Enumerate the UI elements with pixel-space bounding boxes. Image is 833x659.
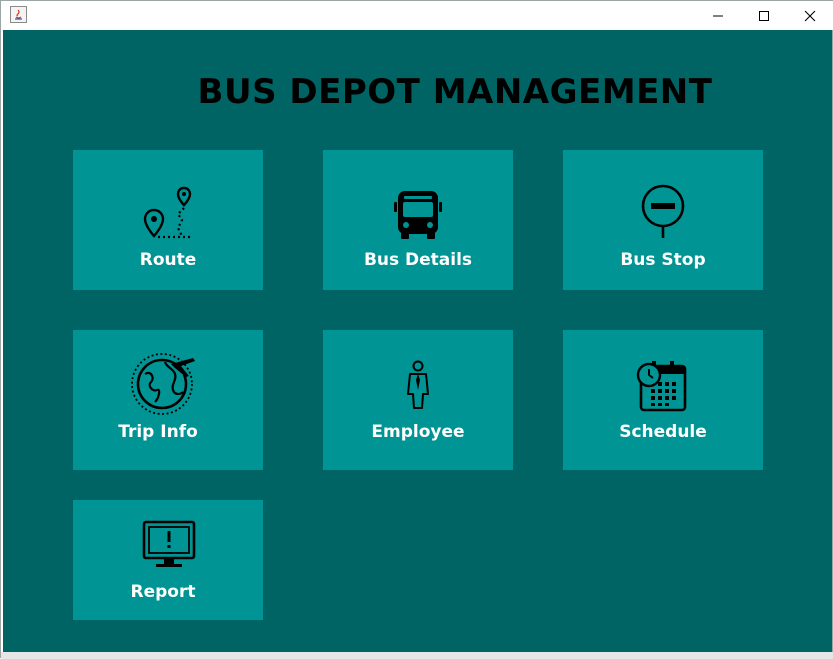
tile-label: Bus Stop bbox=[620, 250, 706, 270]
monitor-alert-icon bbox=[142, 520, 196, 567]
bus-icon bbox=[394, 191, 442, 239]
tile-label: Report bbox=[130, 582, 196, 602]
maximize-button[interactable] bbox=[741, 1, 787, 30]
page-title: BUS DEPOT MANAGEMENT bbox=[197, 72, 713, 112]
tile-label: Route bbox=[139, 250, 197, 270]
employee-icon bbox=[407, 360, 429, 409]
title-bar bbox=[1, 1, 833, 30]
tile-label: Trip Info bbox=[118, 422, 198, 442]
minimize-button[interactable] bbox=[695, 1, 741, 30]
tile-label: Bus Details bbox=[363, 250, 473, 270]
close-icon bbox=[804, 10, 816, 21]
bus-stop-tile[interactable]: Bus Stop bbox=[563, 150, 763, 290]
schedule-tile[interactable]: Schedule bbox=[563, 330, 763, 470]
report-tile[interactable]: Report bbox=[73, 500, 263, 620]
main-panel: BUS DEPOT MANAGEMENT Route Bus Details B… bbox=[3, 30, 832, 652]
java-app-icon bbox=[10, 6, 27, 23]
bus-details-tile[interactable]: Bus Details bbox=[323, 150, 513, 290]
route-tile[interactable]: Route bbox=[73, 150, 263, 290]
employee-tile[interactable]: Employee bbox=[323, 330, 513, 470]
calendar-clock-icon bbox=[636, 361, 687, 412]
trip-info-tile[interactable]: Trip Info bbox=[73, 330, 263, 470]
minimize-icon bbox=[713, 15, 723, 16]
tile-label: Employee bbox=[371, 422, 465, 442]
tile-label: Schedule bbox=[619, 422, 707, 442]
close-button[interactable] bbox=[787, 1, 833, 30]
maximize-icon bbox=[759, 10, 769, 21]
bus-stop-icon bbox=[641, 184, 685, 238]
globe-plane-icon bbox=[131, 353, 195, 415]
app-window: BUS DEPOT MANAGEMENT Route Bus Details B… bbox=[0, 0, 833, 659]
route-icon bbox=[143, 186, 192, 239]
